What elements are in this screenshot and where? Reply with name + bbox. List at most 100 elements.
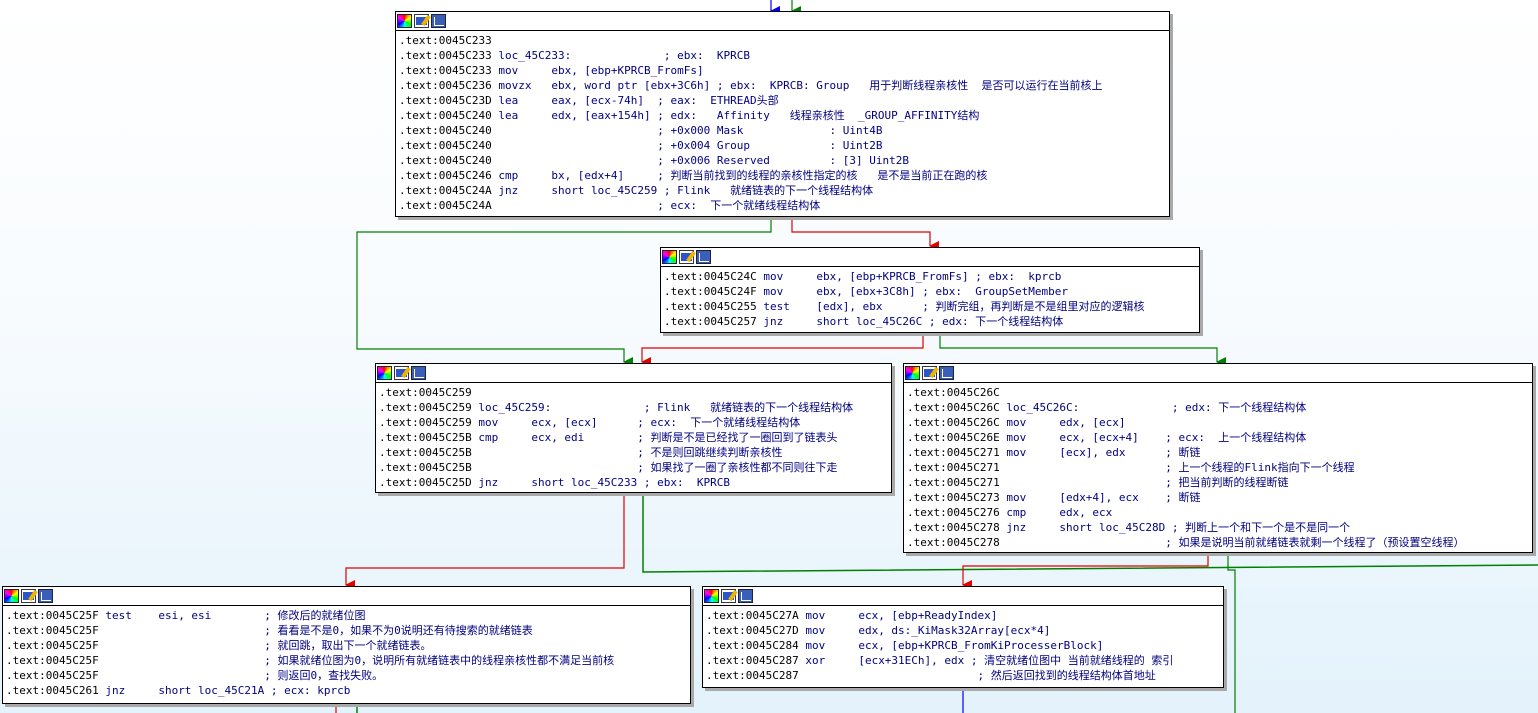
disasm-line[interactable]: .text:0045C24F mov ebx, [ebx+3C8h] ; ebx… — [664, 284, 1199, 299]
disasm-line[interactable]: .text:0045C25B cmp ecx, edi ; 判断是不是已经找了一… — [379, 430, 891, 445]
line-instruction[interactable]: jnz short loc_45C21A ; ecx: kprcb — [99, 684, 350, 697]
line-instruction[interactable]: jnz short loc_45C233 ; ebx: KPRCB — [472, 476, 730, 489]
line-instruction[interactable]: ; 不是则回跳继续判断亲核性 — [472, 446, 782, 459]
line-address[interactable]: .text:0045C259 — [379, 401, 472, 414]
line-instruction[interactable]: mov ebx, [ebp+KPRCB_FromFs] — [492, 64, 703, 77]
line-address[interactable]: .text:0045C25F — [6, 669, 99, 682]
line-address[interactable]: .text:0045C233 — [399, 49, 492, 62]
rename-icon[interactable] — [21, 589, 36, 603]
line-instruction[interactable]: ; +0x000 Mask : Uint4B — [492, 124, 882, 137]
disasm-line[interactable]: .text:0045C240 ; +0x006 Reserved : [3] U… — [399, 153, 1169, 168]
line-address[interactable]: .text:0045C278 — [907, 521, 1000, 534]
line-instruction[interactable]: test esi, esi ; 修改后的就绪位图 — [99, 609, 365, 622]
line-address[interactable]: .text:0045C240 — [399, 154, 492, 167]
line-instruction[interactable]: jnz short loc_45C26C ; edx: 下一个线程结构体 — [757, 315, 1063, 328]
line-instruction[interactable]: xor [ecx+31ECh], edx ; 清空就绪位图中 当前就绪线程的 索… — [799, 654, 1173, 667]
line-address[interactable]: .text:0045C233 — [399, 34, 492, 47]
line-address[interactable]: .text:0045C27D — [706, 624, 799, 637]
disasm-line[interactable]: .text:0045C25B ; 不是则回跳继续判断亲核性 — [379, 445, 891, 460]
line-address[interactable]: .text:0045C25F — [6, 609, 99, 622]
color-icon[interactable] — [905, 366, 920, 380]
line-address[interactable]: .text:0045C25F — [6, 654, 99, 667]
line-instruction[interactable]: ; 如果找了一圈了亲核性都不同则往下走 — [472, 461, 837, 474]
line-instruction[interactable]: movzx ebx, word ptr [ebx+3C6h] ; ebx: KP… — [492, 79, 1102, 92]
line-address[interactable]: .text:0045C23D — [399, 94, 492, 107]
disasm-line[interactable]: .text:0045C259 loc_45C259: ; Flink 就绪链表的… — [379, 400, 891, 415]
line-address[interactable]: .text:0045C24A — [399, 184, 492, 197]
line-instruction[interactable]: jnz short loc_45C28D ; 判断上一个和下一个是不是同一个 — [1000, 521, 1350, 534]
line-instruction[interactable]: mov edx, [ecx] — [1000, 416, 1125, 429]
code-block-45C27A[interactable]: .text:0045C27A mov ecx, [ebp+ReadyIndex]… — [702, 586, 1224, 688]
line-instruction[interactable]: loc_45C233: ; ebx: KPRCB — [492, 49, 750, 62]
graph-icon[interactable] — [38, 589, 53, 603]
code-block-45C25F[interactable]: .text:0045C25F test esi, esi ; 修改后的就绪位图.… — [2, 586, 691, 704]
disasm-line[interactable]: .text:0045C27A mov ecx, [ebp+ReadyIndex] — [706, 608, 1223, 623]
line-address[interactable]: .text:0045C236 — [399, 79, 492, 92]
line-address[interactable]: .text:0045C259 — [379, 416, 472, 429]
line-address[interactable]: .text:0045C240 — [399, 139, 492, 152]
line-address[interactable]: .text:0045C25B — [379, 461, 472, 474]
disasm-line[interactable]: .text:0045C25D jnz short loc_45C233 ; eb… — [379, 475, 891, 490]
line-instruction[interactable]: mov ecx, [ebp+KPRCB_FromKiProcesserBlock… — [799, 639, 1103, 652]
rename-icon[interactable] — [922, 366, 937, 380]
code-block-loc-45C233[interactable]: .text:0045C233 .text:0045C233 loc_45C233:… — [395, 11, 1170, 217]
color-icon[interactable] — [662, 250, 677, 264]
code-block-45C24C[interactable]: .text:0045C24C mov ebx, [ebp+KPRCB_FromF… — [660, 247, 1200, 333]
line-address[interactable]: .text:0045C246 — [399, 169, 492, 182]
disasm-line[interactable]: .text:0045C26C loc_45C26C: ; edx: 下一个线程结… — [907, 400, 1532, 415]
line-address[interactable]: .text:0045C287 — [706, 654, 799, 667]
line-address[interactable]: .text:0045C26C — [907, 401, 1000, 414]
line-instruction[interactable]: loc_45C259: ; Flink 就绪链表的下一个线程结构体 — [472, 401, 853, 414]
line-address[interactable]: .text:0045C287 — [706, 669, 799, 682]
line-address[interactable]: .text:0045C240 — [399, 109, 492, 122]
disasm-line[interactable]: .text:0045C240 ; +0x004 Group : Uint2B — [399, 138, 1169, 153]
line-instruction[interactable]: cmp ecx, edi ; 判断是不是已经找了一圈回到了链表头 — [472, 431, 837, 444]
disasm-line[interactable]: .text:0045C278 ; 如果是说明当前就绪链表就剩一个线程了（预设置空… — [907, 535, 1532, 550]
disasm-line[interactable]: .text:0045C257 jnz short loc_45C26C ; ed… — [664, 314, 1199, 329]
graph-icon[interactable] — [411, 366, 426, 380]
color-icon[interactable] — [397, 14, 412, 28]
line-address[interactable]: .text:0045C276 — [907, 506, 1000, 519]
line-instruction[interactable]: mov ecx, [ebp+ReadyIndex] — [799, 609, 997, 622]
line-instruction[interactable]: cmp bx, [edx+4] ; 判断当前找到的线程的亲核性指定的核 是不是当… — [492, 169, 987, 182]
disasm-line[interactable]: .text:0045C240 ; +0x000 Mask : Uint4B — [399, 123, 1169, 138]
line-address[interactable]: .text:0045C27A — [706, 609, 799, 622]
disasm-line[interactable]: .text:0045C23D lea eax, [ecx-74h] ; eax:… — [399, 93, 1169, 108]
disasm-line[interactable]: .text:0045C26C — [907, 385, 1532, 400]
line-address[interactable]: .text:0045C26C — [907, 416, 1000, 429]
line-instruction[interactable]: ; 然后返回找到的线程结构体首地址 — [799, 669, 1156, 682]
disasm-line[interactable]: .text:0045C287 xor [ecx+31ECh], edx ; 清空… — [706, 653, 1223, 668]
disasm-line[interactable]: .text:0045C261 jnz short loc_45C21A ; ec… — [6, 683, 690, 698]
disasm-line[interactable]: .text:0045C25F ; 则返回0，查找失败。 — [6, 668, 690, 683]
disasm-line[interactable]: .text:0045C246 cmp bx, [edx+4] ; 判断当前找到的… — [399, 168, 1169, 183]
graph-icon[interactable] — [696, 250, 711, 264]
disasm-line[interactable]: .text:0045C25B ; 如果找了一圈了亲核性都不同则往下走 — [379, 460, 891, 475]
code-block-loc-45C259[interactable]: .text:0045C259 .text:0045C259 loc_45C259:… — [375, 363, 892, 493]
line-instruction[interactable]: ; ecx: 下一个就绪线程结构体 — [492, 199, 820, 212]
line-address[interactable]: .text:0045C261 — [6, 684, 99, 697]
rename-icon[interactable] — [394, 366, 409, 380]
line-instruction[interactable]: mov [edx+4], ecx ; 断链 — [1000, 491, 1200, 504]
code-block-loc-45C26C[interactable]: .text:0045C26C .text:0045C26C loc_45C26C:… — [903, 363, 1533, 553]
disasm-line[interactable]: .text:0045C25F ; 就回跳，取出下一个就绪链表。 — [6, 638, 690, 653]
line-instruction[interactable]: test [edx], ebx ; 判断完组，再判断是不是组里对应的逻辑核 — [757, 300, 1144, 313]
line-address[interactable]: .text:0045C271 — [907, 461, 1000, 474]
disasm-line[interactable]: .text:0045C271 ; 把当前判断的线程断链 — [907, 475, 1532, 490]
line-address[interactable]: .text:0045C25B — [379, 431, 472, 444]
line-address[interactable]: .text:0045C25F — [6, 639, 99, 652]
color-icon[interactable] — [377, 366, 392, 380]
disasm-line[interactable]: .text:0045C24A ; ecx: 下一个就绪线程结构体 — [399, 198, 1169, 213]
disasm-line[interactable]: .text:0045C271 ; 上一个线程的Flink指向下一个线程 — [907, 460, 1532, 475]
line-address[interactable]: .text:0045C240 — [399, 124, 492, 137]
line-address[interactable]: .text:0045C284 — [706, 639, 799, 652]
line-instruction[interactable]: mov ecx, [ecx+4] ; ecx: 上一个线程结构体 — [1000, 431, 1306, 444]
line-address[interactable]: .text:0045C233 — [399, 64, 492, 77]
disasm-line[interactable]: .text:0045C25F ; 看看是不是0，如果不为0说明还有待搜索的就绪链… — [6, 623, 690, 638]
rename-icon[interactable] — [679, 250, 694, 264]
disasm-line[interactable]: .text:0045C259 — [379, 385, 891, 400]
disasm-line[interactable]: .text:0045C233 — [399, 33, 1169, 48]
disasm-line[interactable]: .text:0045C255 test [edx], ebx ; 判断完组，再判… — [664, 299, 1199, 314]
disasm-line[interactable]: .text:0045C26E mov ecx, [ecx+4] ; ecx: 上… — [907, 430, 1532, 445]
graph-icon[interactable] — [939, 366, 954, 380]
disasm-line[interactable]: .text:0045C26C mov edx, [ecx] — [907, 415, 1532, 430]
